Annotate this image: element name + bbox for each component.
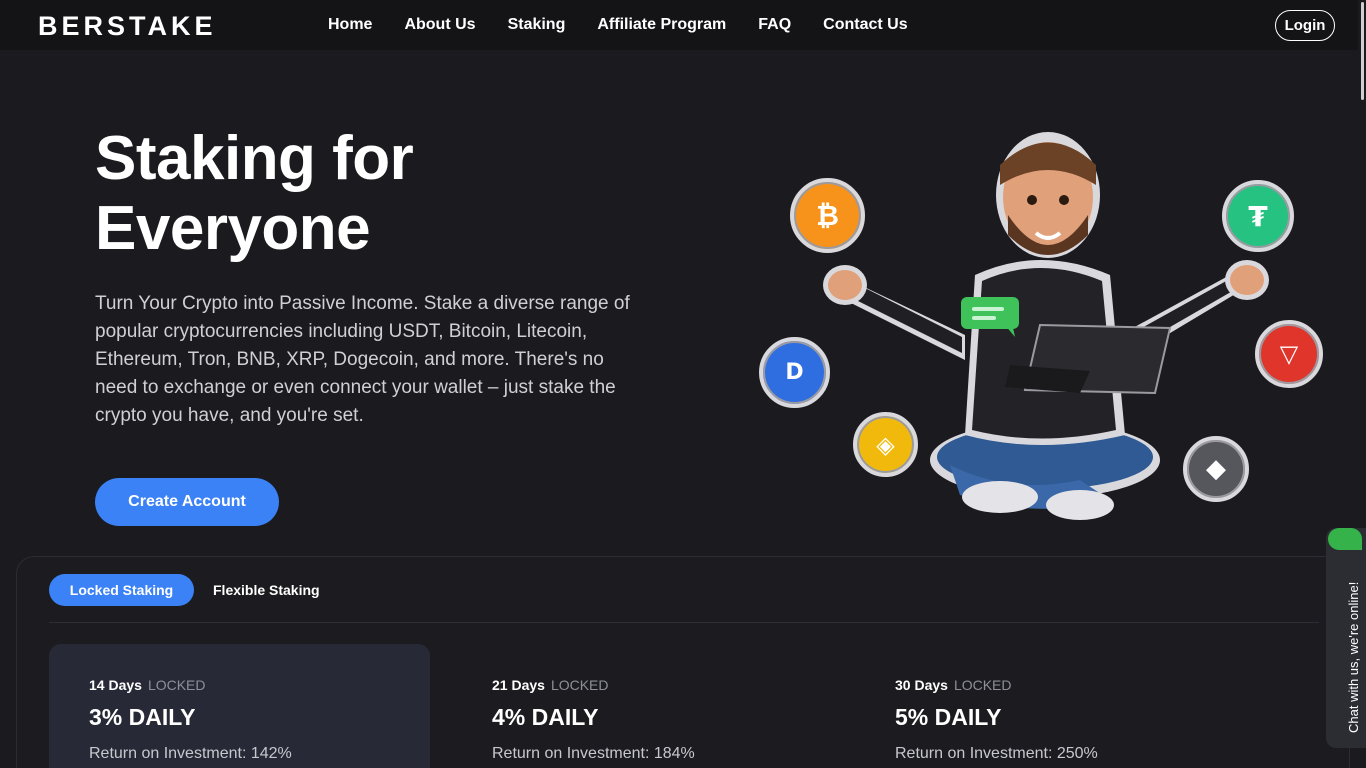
hero-title-line-1: Staking for [95,124,414,193]
hero-title-line-2: Everyone [95,194,371,263]
plan-duration: 21 Days LOCKED [492,677,609,693]
plan-days-label: 21 Days [492,677,545,693]
bitcoin-coin-icon: ₿ [790,178,865,253]
plan-status-badge: LOCKED [953,677,1012,693]
plan-duration: 30 Days LOCKED [895,677,1012,693]
plan-days-label: 14 Days [89,677,142,693]
plan-card-30-days[interactable]: 30 Days LOCKED 5% DAILY Return on Investm… [855,644,1236,768]
plan-daily-rate: 4% DAILY [492,704,599,730]
plan-roi: Return on Investment: 250% [895,745,1098,762]
tron-coin-icon: ▽ [1255,320,1323,388]
plan-status-badge: LOCKED [550,677,609,693]
staking-plans-panel: Locked Staking Flexible Staking 14 Days L… [16,556,1350,768]
top-navigation: BERSTAKE Home About Us Staking Affiliate… [0,0,1366,50]
hero-description: Turn Your Crypto into Passive Income. St… [95,293,630,426]
login-button[interactable]: Login [1275,10,1335,41]
tab-flexible-staking[interactable]: Flexible Staking [213,574,320,606]
plan-roi: Return on Investment: 142% [89,745,292,762]
bnb-coin-icon: ◈ [853,412,918,477]
nav-links: Home About Us Staking Affiliate Program … [328,0,940,50]
plan-daily-rate: 5% DAILY [895,704,1002,730]
plan-duration: 14 Days LOCKED [89,677,206,693]
nav-link-affiliate-program[interactable]: Affiliate Program [597,16,726,34]
ethereum-coin-icon: ◆ [1183,436,1249,502]
create-account-button[interactable]: Create Account [95,478,279,526]
tab-locked-staking[interactable]: Locked Staking [49,574,194,606]
plan-daily-rate: 3% DAILY [89,704,196,730]
chat-label: Chat with us, we're online! [1346,581,1361,733]
nav-link-about-us[interactable]: About Us [404,16,475,34]
plan-card-14-days[interactable]: 14 Days LOCKED 3% DAILY Return on Investm… [49,644,430,768]
panel-divider [49,622,1319,623]
nav-link-faq[interactable]: FAQ [758,16,791,34]
scrollbar-thumb[interactable] [1361,2,1364,100]
hero-title: Staking for Everyone [95,124,414,264]
nav-link-home[interactable]: Home [328,16,372,34]
hero-illustration: ₿ ₮ D ▽ ◈ ◆ [750,125,1330,535]
chat-online-icon [1328,528,1362,550]
nav-link-contact-us[interactable]: Contact Us [823,16,907,34]
plan-status-badge: LOCKED [147,677,206,693]
nav-link-staking[interactable]: Staking [508,16,566,34]
tether-coin-icon: ₮ [1222,180,1294,252]
plan-roi: Return on Investment: 184% [492,745,695,762]
dash-coin-icon: D [759,337,830,408]
live-chat-tab[interactable]: Chat with us, we're online! [1326,528,1366,748]
plan-card-21-days[interactable]: 21 Days LOCKED 4% DAILY Return on Investm… [452,644,833,768]
brand-logo[interactable]: BERSTAKE [38,11,217,42]
plan-days-label: 30 Days [895,677,948,693]
